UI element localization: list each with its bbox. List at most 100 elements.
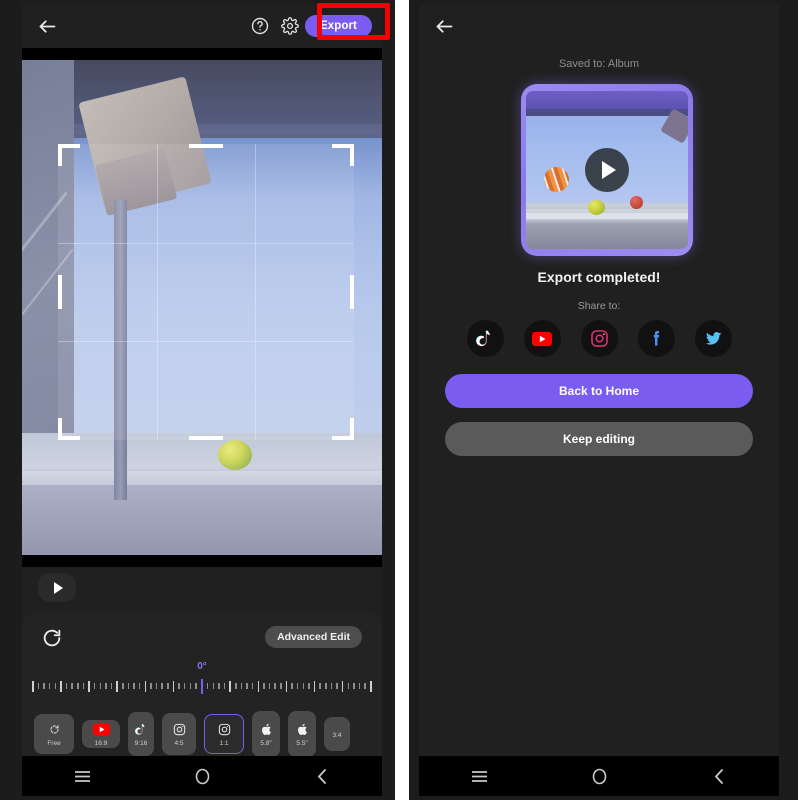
- left-phone-panel: Export Advanced Edit 0° Free 16:9 9:16 4…: [0, 0, 395, 800]
- export-completed-text: Export completed!: [537, 269, 661, 285]
- ruler-tick: [285, 680, 288, 692]
- crop-handle-right[interactable]: [350, 275, 354, 309]
- crop-handle-top[interactable]: [189, 144, 223, 148]
- crop-handle-bottom[interactable]: [189, 436, 223, 440]
- aspect-ratio-3-4[interactable]: 3:4: [324, 717, 350, 751]
- thumbnail-image: [526, 91, 688, 249]
- apple-icon: [260, 722, 273, 738]
- ruler-tick: [240, 683, 243, 689]
- circle-icon[interactable]: [182, 756, 222, 796]
- aspect-ratio-9-16[interactable]: 9:16: [128, 712, 154, 756]
- aspect-ratio-1-1[interactable]: 1:1: [204, 714, 244, 754]
- ruler-tick: [291, 683, 293, 689]
- share-facebook-button[interactable]: [637, 320, 675, 357]
- ruler-tick: [183, 683, 186, 689]
- ruler-ticks: [32, 677, 372, 695]
- chevron-left-icon[interactable]: [302, 756, 342, 796]
- crop-edit-panel: Advanced Edit 0° Free 16:9 9:16 4:5 1:1 5.8" 5…: [22, 613, 382, 765]
- ruler-tick: [268, 683, 271, 689]
- play-icon[interactable]: [38, 573, 76, 602]
- crop-handle-br[interactable]: [332, 436, 354, 440]
- play-icon[interactable]: [585, 148, 629, 192]
- share-targets-row[interactable]: [419, 320, 779, 357]
- aspect-ratio-5-8-[interactable]: 5.8": [252, 711, 280, 757]
- export-thumbnail[interactable]: [521, 84, 693, 256]
- menu-icon[interactable]: [62, 756, 102, 796]
- ruler-tick: [167, 683, 169, 689]
- share-instagram-button[interactable]: [580, 320, 618, 357]
- share-twitter-button[interactable]: [694, 320, 732, 357]
- ruler-tick: [313, 680, 316, 692]
- aspect-ratio-label: 3:4: [332, 731, 342, 739]
- ruler-tick: [37, 683, 40, 689]
- aspect-ratio-5-5-[interactable]: 5.5": [288, 711, 316, 757]
- left-android-navbar: [22, 756, 382, 796]
- ruler-tick: [54, 683, 56, 689]
- crop-handle-left[interactable]: [58, 275, 62, 309]
- video-preview-area[interactable]: [22, 48, 382, 567]
- ruler-tick: [257, 680, 259, 692]
- ruler-tick: [161, 683, 163, 689]
- youtube-icon: [92, 722, 110, 738]
- menu-icon[interactable]: [459, 756, 499, 796]
- instagram-icon: [218, 722, 231, 738]
- ruler-tick: [65, 683, 68, 689]
- scene-floor-band: [22, 471, 382, 485]
- advanced-edit-button[interactable]: Advanced Edit: [265, 626, 362, 648]
- ruler-tick: [32, 680, 34, 692]
- back-arrow-icon[interactable]: [32, 11, 62, 41]
- ruler-tick: [358, 683, 361, 689]
- thumb-ceiling: [526, 91, 688, 111]
- ruler-tick: [127, 683, 130, 689]
- aspect-ratio-16-9[interactable]: 16:9: [82, 720, 120, 748]
- crop-frame[interactable]: [58, 144, 354, 440]
- crop-handle-bl[interactable]: [58, 436, 80, 440]
- scene-floor: [22, 433, 382, 555]
- aspect-ratio-label: 16:9: [94, 739, 108, 747]
- ruler-tick: [133, 683, 135, 689]
- aspect-ratio-label: 5.8": [260, 739, 272, 747]
- thumb-ball-yellow: [588, 200, 605, 215]
- rotate-reset-icon[interactable]: [41, 627, 63, 649]
- aspect-ratio-label: 1:1: [219, 739, 229, 747]
- ruler-tick: [82, 683, 85, 689]
- ruler-tick: [308, 683, 310, 689]
- playback-row: [22, 567, 382, 613]
- ruler-tick: [116, 680, 118, 692]
- crop-handle-tl[interactable]: [58, 144, 80, 148]
- export-button[interactable]: Export: [304, 15, 372, 37]
- share-youtube-button[interactable]: [523, 320, 561, 357]
- ruler-tick: [138, 683, 141, 689]
- chevron-left-icon[interactable]: [699, 756, 739, 796]
- share-tiktok-button[interactable]: [466, 320, 504, 357]
- aspect-ratio-strip[interactable]: Free 16:9 9:16 4:5 1:1 5.8" 5.5" 3:4: [22, 705, 382, 763]
- aspect-ratio-free[interactable]: Free: [34, 714, 74, 754]
- crop-handle-tr[interactable]: [332, 144, 354, 148]
- ruler-tick: [229, 680, 231, 692]
- instagram-icon: [590, 329, 609, 348]
- keep-editing-button[interactable]: Keep editing: [445, 422, 753, 456]
- ruler-tick: [88, 680, 90, 692]
- back-arrow-icon[interactable]: [429, 11, 459, 41]
- back-to-home-button[interactable]: Back to Home: [445, 374, 753, 408]
- ruler-tick-current: [200, 678, 203, 694]
- ruler-tick: [370, 680, 372, 692]
- ruler-tick: [218, 683, 220, 689]
- circle-icon[interactable]: [579, 756, 619, 796]
- rotation-value: 0°: [197, 661, 207, 672]
- gear-icon[interactable]: [275, 11, 305, 41]
- ruler-tick: [77, 683, 79, 689]
- scene-ball-yellow: [218, 440, 252, 470]
- thumb-ball-red: [630, 196, 643, 209]
- rotation-ruler[interactable]: 0°: [22, 661, 382, 701]
- help-circle-icon[interactable]: [245, 11, 275, 41]
- panel-divider: [395, 0, 409, 800]
- ruler-tick: [336, 683, 338, 689]
- ruler-tick: [223, 683, 226, 689]
- free-crop-icon: [48, 722, 61, 738]
- aspect-ratio-4-5[interactable]: 4:5: [162, 713, 196, 755]
- ruler-tick: [325, 683, 327, 689]
- ruler-tick: [172, 680, 175, 692]
- ruler-tick: [150, 683, 152, 689]
- ruler-tick: [302, 683, 304, 689]
